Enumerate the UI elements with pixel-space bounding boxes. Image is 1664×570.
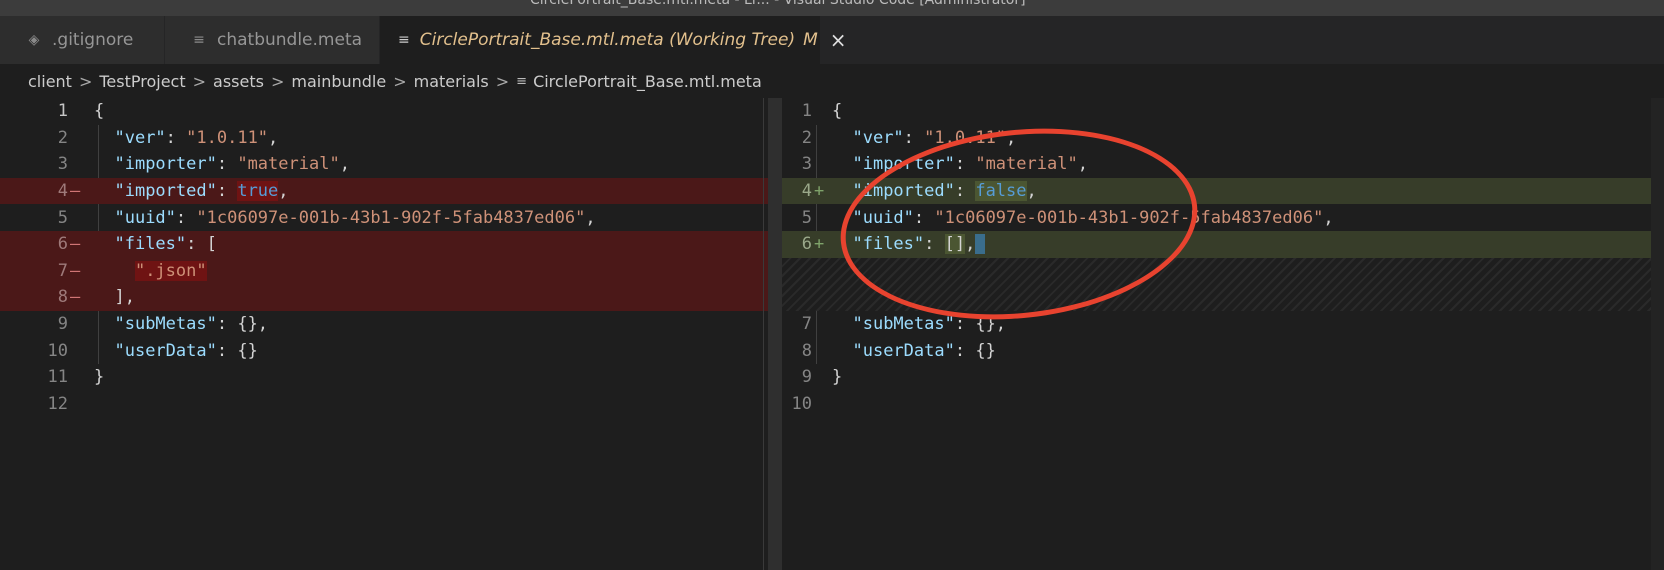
line-number: 6 [801, 234, 812, 255]
chevron-right-icon: > [192, 71, 207, 91]
text-cursor [975, 234, 986, 255]
tab-label: chatbundle.meta [217, 30, 363, 50]
line-number: 12 [47, 393, 68, 414]
code-line: 2 "ver": "1.0.11", [782, 125, 1664, 152]
line-number: 11 [47, 367, 68, 388]
breadcrumb-testproject[interactable]: TestProject [99, 72, 185, 91]
code-line: 5 "uuid": "1c06097e-001b-43b1-902f-5fab4… [0, 204, 782, 231]
code-line: 10 "userData": {} [0, 337, 782, 364]
removed-line: 7— ".json" [0, 257, 782, 285]
left-scrollbar[interactable] [768, 98, 782, 570]
removed-marker: — [70, 181, 81, 202]
breadcrumb-client[interactable]: client [28, 72, 72, 91]
diamond-icon: ◈ [28, 32, 40, 48]
line-number: 4 [801, 181, 812, 202]
code-line: 8 "userData": {} [782, 337, 1664, 364]
tab-label: CirclePortrait_Base.mtl.meta (Working Tr… [419, 30, 796, 50]
close-icon[interactable]: × [830, 30, 847, 50]
line-number: 5 [801, 207, 812, 228]
line-number: 9 [801, 367, 812, 388]
chevron-right-icon: > [270, 71, 285, 91]
line-number: 3 [57, 154, 68, 175]
line-number: 5 [57, 207, 68, 228]
diff-filler [782, 257, 1664, 311]
removed-marker: — [70, 260, 81, 281]
code-line: 2 "ver": "1.0.11", [0, 125, 782, 152]
code-line: 3 "importer": "material", [0, 151, 782, 178]
breadcrumb-assets[interactable]: assets [213, 72, 264, 91]
line-number: 1 [801, 101, 812, 122]
removed-line: 8— ], [0, 284, 782, 311]
code-line: 3 "importer": "material", [782, 151, 1664, 178]
tab-chatbundle-meta[interactable]: ≡ chatbundle.meta [165, 16, 379, 64]
line-number: 8 [57, 287, 68, 308]
line-number: 2 [801, 127, 812, 148]
tab-label: .gitignore [52, 30, 134, 50]
chevron-right-icon: > [393, 71, 407, 91]
lines-icon: ≡ [398, 32, 410, 48]
breadcrumb-materials[interactable]: materials [414, 72, 489, 91]
tab-gitignore[interactable]: ◈ .gitignore [0, 16, 164, 64]
diff-divider [763, 98, 764, 570]
breadcrumb-mainbundle[interactable]: mainbundle [291, 72, 386, 91]
line-number: 8 [801, 340, 812, 361]
removed-marker: — [70, 234, 81, 255]
added-marker: + [814, 234, 825, 255]
diff-original-pane[interactable]: 1{ 2 "ver": "1.0.11", 3 "importer": "mat… [0, 98, 782, 570]
removed-line: 6— "files": [ [0, 231, 782, 258]
code-line: 7 "subMetas": {}, [782, 311, 1664, 338]
line-number: 7 [801, 314, 812, 335]
line-number: 4 [57, 181, 68, 202]
line-number: 3 [801, 154, 812, 175]
line-number: 7 [57, 260, 68, 281]
editor-tab-bar: ◈ .gitignore ≡ chatbundle.meta ≡ CircleP… [0, 16, 1664, 64]
lines-icon: ≡ [516, 73, 528, 89]
breadcrumb-file[interactable]: CirclePortrait_Base.mtl.meta [533, 72, 762, 91]
chevron-right-icon: > [78, 71, 93, 91]
line-number: 1 [57, 101, 68, 122]
code-line: 1{ [782, 98, 1664, 125]
modified-badge: M [803, 30, 818, 50]
code-line: 1{ [0, 98, 782, 125]
removed-marker: — [70, 287, 81, 308]
breadcrumb: client > TestProject > assets > mainbund… [0, 64, 1664, 98]
code-line: 12 [0, 391, 782, 418]
lines-icon: ≡ [193, 32, 205, 48]
removed-line: 4— "imported": true, [0, 177, 782, 205]
chevron-right-icon: > [495, 71, 510, 91]
code-line: 9 "subMetas": {}, [0, 311, 782, 338]
diff-modified-pane[interactable]: 1{ 2 "ver": "1.0.11", 3 "importer": "mat… [782, 98, 1664, 570]
code-line: 5 "uuid": "1c06097e-001b-43b1-902f-5fab4… [782, 204, 1664, 231]
line-number: 10 [47, 340, 68, 361]
right-scrollbar[interactable] [1651, 98, 1664, 570]
window-title: CirclePortrait_Base.mtl.meta - Lr... - V… [530, 0, 1026, 8]
tab-circleportrait-working-tree[interactable]: ≡ CirclePortrait_Base.mtl.meta (Working … [380, 16, 847, 64]
line-number: 9 [57, 314, 68, 335]
line-number: 10 [791, 393, 812, 414]
added-line: 4 + "imported": false, [782, 177, 1664, 205]
line-number: 6 [57, 234, 68, 255]
added-line: 6 + "files": [], [782, 231, 1664, 258]
code-line: 10 [782, 391, 1664, 418]
line-number: 2 [57, 127, 68, 148]
added-marker: + [814, 181, 825, 202]
code-line: 9} [782, 364, 1664, 391]
code-line: 11} [0, 364, 782, 391]
window-title-bar: CirclePortrait_Base.mtl.meta - Lr... - V… [0, 0, 1664, 16]
